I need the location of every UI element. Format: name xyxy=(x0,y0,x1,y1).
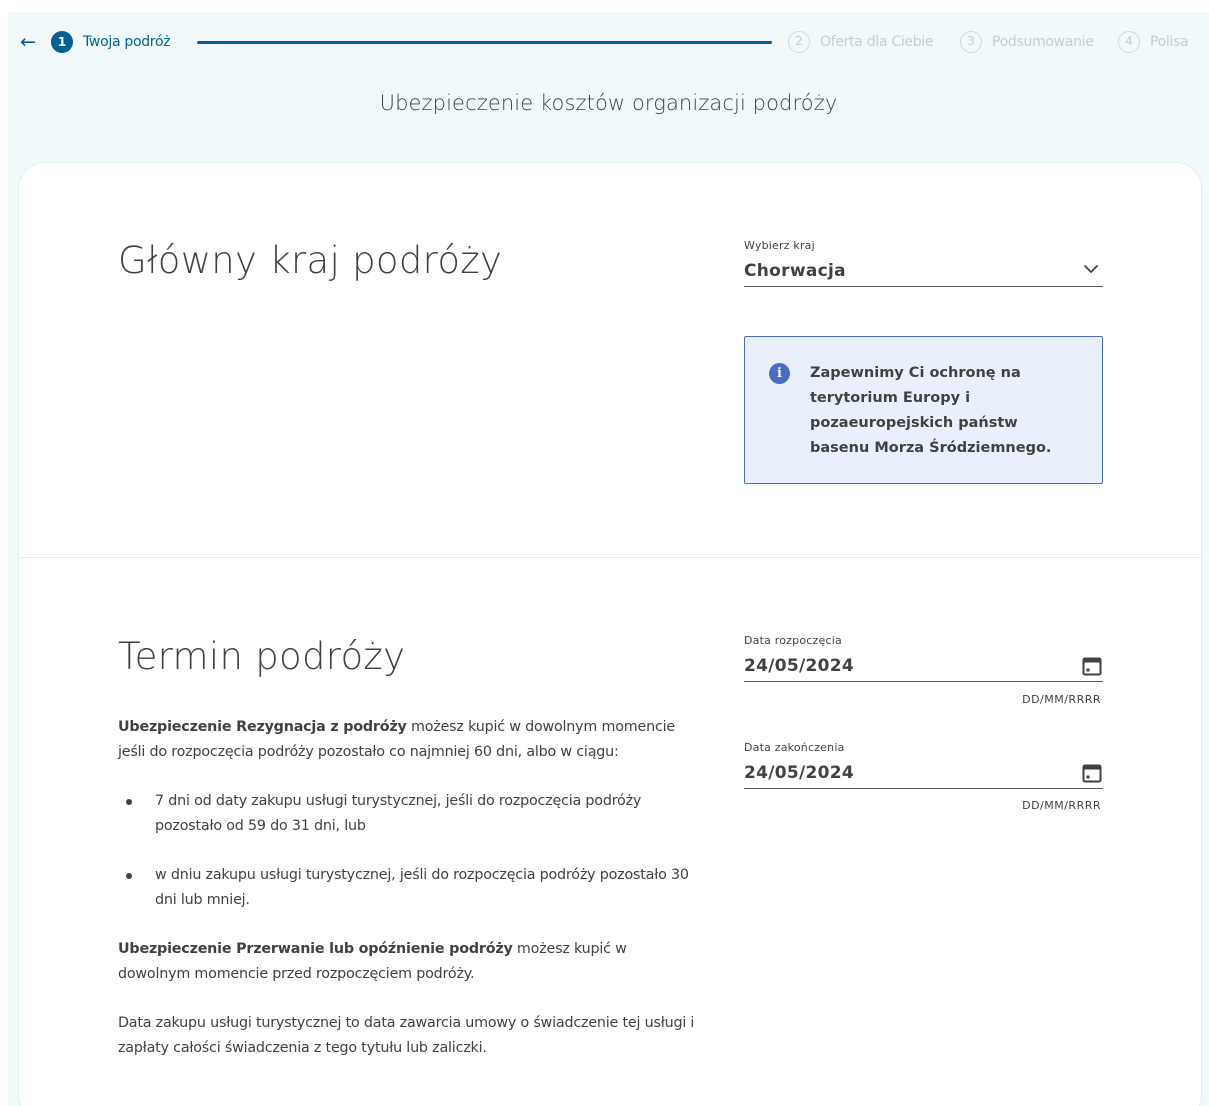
resignation-paragraph: Ubezpieczenie Rezygnacja z podróży możes… xyxy=(118,715,698,765)
step-2-label: Oferta dla Ciebie xyxy=(820,34,934,50)
step-1-label[interactable]: Twoja podróż xyxy=(83,32,171,52)
step-3-number: 3 xyxy=(960,31,982,53)
form-card: Główny kraj podróży Wybierz kraj Chorwac… xyxy=(18,162,1202,1106)
step-3-label: Podsumowanie xyxy=(992,34,1094,50)
resignation-bold: Ubezpieczenie Rezygnacja z podróży xyxy=(118,719,407,735)
country-select[interactable]: Chorwacja xyxy=(744,251,1103,287)
country-heading: Główny kraj podróży xyxy=(118,239,503,282)
info-box: i Zapewnimy Ci ochronę na terytorium Eur… xyxy=(744,336,1103,484)
purchase-date-paragraph: Data zakupu usługi turystycznej to data … xyxy=(118,1015,695,1056)
list-item: w dniu zakupu usługi turystycznej, jeśli… xyxy=(118,863,698,913)
progress-line xyxy=(197,41,772,44)
progress-stepper: ← 1 Twoja podróż 2 Oferta dla Ciebie 3 P… xyxy=(20,30,1200,56)
interruption-paragraph: Ubezpieczenie Przerwanie lub opóźnienie … xyxy=(118,937,698,987)
interruption-bold: Ubezpieczenie Przerwanie lub opóźnienie … xyxy=(118,941,513,957)
info-text: Zapewnimy Ci ochronę na terytorium Europ… xyxy=(810,365,1052,456)
step-2-number: 2 xyxy=(788,31,810,53)
section-divider xyxy=(19,557,1201,558)
country-select-value: Chorwacja xyxy=(744,261,846,281)
step-4-label: Polisa xyxy=(1150,34,1189,50)
list-item-text: 7 dni od daty zakupu usługi turystycznej… xyxy=(155,793,642,834)
end-date-input[interactable]: 24/05/2024 xyxy=(744,753,1103,789)
start-date-value: 24/05/2024 xyxy=(744,656,855,676)
info-icon: i xyxy=(769,363,790,384)
calendar-icon[interactable] xyxy=(1082,656,1102,676)
start-date-input[interactable]: 24/05/2024 xyxy=(744,646,1103,682)
start-date-format-hint: DD/MM/RRRR xyxy=(1022,693,1101,706)
chevron-down-icon xyxy=(1084,265,1098,273)
end-date-format-hint: DD/MM/RRRR xyxy=(1022,799,1101,812)
calendar-icon[interactable] xyxy=(1082,763,1102,783)
step-4-number: 4 xyxy=(1118,31,1140,53)
list-item-text: w dniu zakupu usługi turystycznej, jeśli… xyxy=(155,867,689,908)
list-item: 7 dni od daty zakupu usługi turystycznej… xyxy=(118,789,698,839)
bullet-dot xyxy=(126,799,132,805)
step-1-number[interactable]: 1 xyxy=(51,31,73,53)
page-title: Ubezpieczenie kosztów organizacji podróż… xyxy=(379,91,838,115)
end-date-value: 24/05/2024 xyxy=(744,763,855,783)
back-arrow-icon[interactable]: ← xyxy=(20,30,42,54)
dates-heading: Termin podróży xyxy=(118,635,406,678)
bullet-dot xyxy=(126,873,132,879)
